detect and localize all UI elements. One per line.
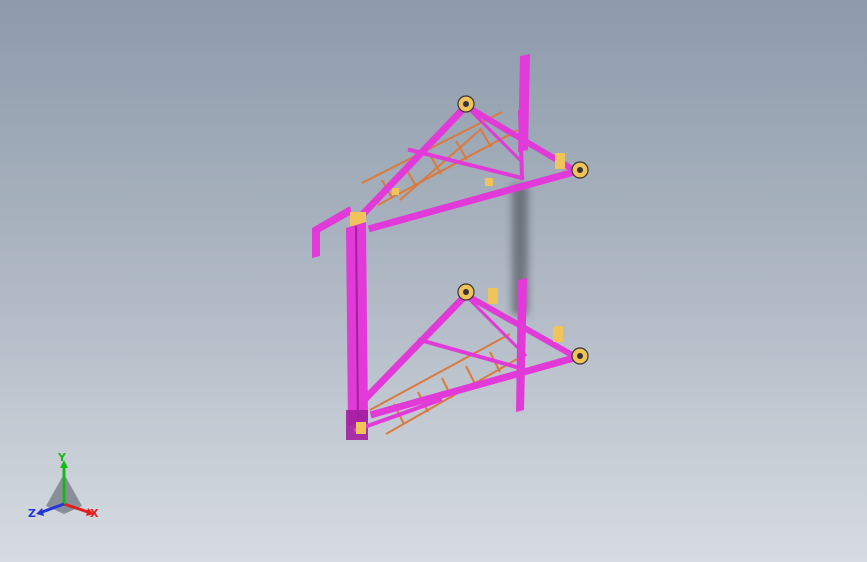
lower-wheel-right — [571, 347, 589, 365]
lower-truss-frame[interactable] — [353, 278, 589, 435]
graphics-viewport[interactable]: Y X Z — [0, 0, 867, 562]
upper-left-arm — [312, 206, 352, 258]
z-axis-label: Z — [28, 507, 36, 520]
vertical-post[interactable] — [346, 222, 368, 440]
cad-model-assembly[interactable] — [0, 0, 867, 562]
y-axis-label: Y — [58, 451, 66, 464]
reference-triad[interactable]: Y X Z — [24, 446, 104, 526]
upper-vertical-member — [518, 54, 530, 152]
lower-wheel-left — [457, 283, 475, 301]
x-axis-label: X — [90, 507, 99, 520]
upper-wheel-left — [457, 95, 475, 113]
lower-beams — [353, 290, 579, 433]
z-arrowhead — [36, 508, 44, 516]
upper-wheel-right — [571, 161, 589, 179]
